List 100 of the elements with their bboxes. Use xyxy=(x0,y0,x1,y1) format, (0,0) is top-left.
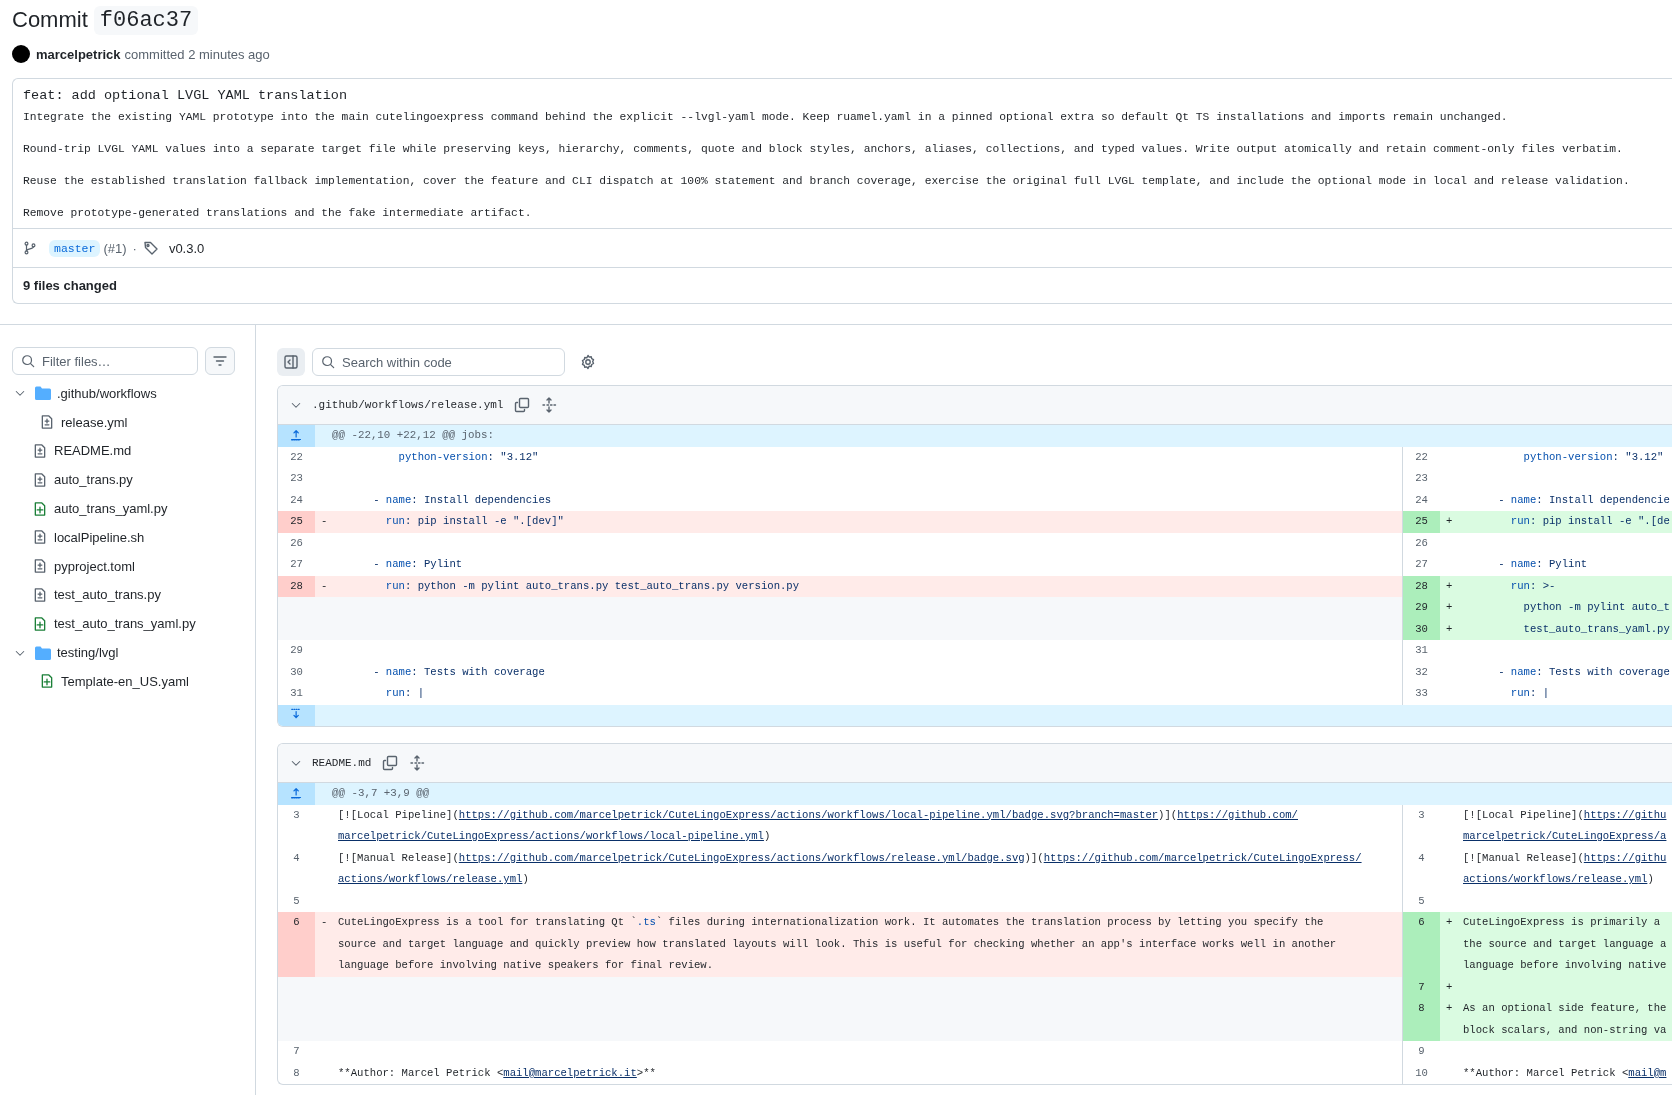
line-number: 27 xyxy=(289,557,304,572)
link[interactable]: marcelpetrick/CuteLingoExpress/a xyxy=(1463,830,1667,842)
line-number: 27 xyxy=(1414,557,1429,572)
diff-sign: - xyxy=(321,916,328,928)
search-field[interactable]: Search within code xyxy=(312,348,565,376)
code-line: - name: Pylint xyxy=(1497,557,1589,572)
code-line: As an optional side feature, the xyxy=(1463,1001,1668,1016)
line-number: 4 xyxy=(1417,850,1426,866)
file-name: .github/workflows/release.yml xyxy=(312,399,504,411)
line-number: 29 xyxy=(289,643,304,658)
author-link[interactable]: marcelpetrick xyxy=(36,46,121,62)
sidebar-toggle-button[interactable] xyxy=(277,348,305,376)
file-tree-item[interactable]: Template-en_US.yaml xyxy=(12,666,255,696)
code-line: language before involving native speakers for final review. xyxy=(338,958,715,973)
expand-icon[interactable] xyxy=(409,755,426,771)
expand-up-icon[interactable] xyxy=(289,786,304,801)
line-number: 23 xyxy=(1414,471,1429,486)
diff-sign: - xyxy=(321,515,328,527)
file-tree-item[interactable]: localPipeline.sh xyxy=(12,523,255,552)
filter-icon xyxy=(212,353,228,369)
line-number: 22 xyxy=(289,449,304,465)
line-number: 29 xyxy=(1403,597,1440,619)
file-tree-item[interactable]: testing/lvgl xyxy=(12,638,255,667)
code-line: python-version: "3.12" xyxy=(397,449,540,465)
diff-sign: + xyxy=(1446,601,1453,613)
file-tree-item[interactable]: auto_trans.py xyxy=(12,465,255,495)
file-tree-item[interactable]: test_auto_trans.py xyxy=(12,580,255,610)
link[interactable]: mail@marcelpetrick.it xyxy=(503,1066,637,1079)
link[interactable]: https://github.com/marcelpetrick/CuteLingoExpress/actions/workflows/release.yml/badge.svg xyxy=(458,851,1025,864)
line-number: 25 xyxy=(1403,511,1440,533)
link[interactable]: marcelpetrick/CuteLingoExpress/actions/workflows/local-pipeline.yml xyxy=(338,830,764,842)
link[interactable]: https://githu xyxy=(1583,808,1667,821)
file-tree-item[interactable]: .github/workflows xyxy=(12,379,255,408)
line-number: 4 xyxy=(292,850,301,866)
code-line: [![Manual Release](https://github.com/marcelpetrick/CuteLingoExpress/actions/workflows/release.yml/badge.svg)](https://github.com/marcelpetrick/CuteLingoExpress/ xyxy=(338,850,1363,866)
line-number: 23 xyxy=(289,471,304,486)
line-number: 7 xyxy=(1403,976,1440,998)
diff-sign: + xyxy=(1446,515,1453,527)
folder-icon xyxy=(35,386,51,401)
link[interactable]: https://githu xyxy=(1583,851,1667,864)
line-number: 32 xyxy=(1414,664,1429,680)
line-number: 5 xyxy=(1417,893,1426,909)
commit-hash: f06ac37 xyxy=(93,5,199,35)
code-line: - name: Tests with coverage xyxy=(1497,664,1671,680)
commit-title: feat: add optional LVGL YAML translation xyxy=(23,87,349,105)
commit-description: Remove prototype-generated translations and the fake intermediate artifact. xyxy=(23,206,533,220)
link[interactable]: https://github.com/ xyxy=(1177,808,1298,821)
file-tree-item[interactable]: pyproject.toml xyxy=(12,551,255,581)
link[interactable]: actions/workflows/release.yml xyxy=(1463,873,1648,885)
code-line: run: pip install -e ".[de xyxy=(1509,514,1671,529)
pull-request-link[interactable]: (#1) xyxy=(103,240,127,256)
line-number: 7 xyxy=(292,1044,301,1059)
link[interactable]: actions/workflows/release.yml xyxy=(338,873,523,885)
hunk-header: @@ -3,7 +3,9 @@ xyxy=(331,786,430,801)
file-tree-item[interactable]: release.yml xyxy=(12,407,255,437)
tag-link[interactable]: v0.3.0 xyxy=(168,240,205,256)
filter-field[interactable]: Filter files… xyxy=(12,347,198,375)
branch-icon xyxy=(23,241,37,255)
file-tree-item[interactable]: test_auto_trans_yaml.py xyxy=(12,609,255,639)
file-added-icon xyxy=(40,673,54,690)
commit-description: Round-trip LVGL YAML values into a separate target file while preserving keys, hierarchy, comments, quote and block styles, anchors, aliases, collections, and typed values. Write output atomically and retain comment-only files verbatim. xyxy=(23,142,1624,156)
diff-sign: + xyxy=(1446,980,1453,993)
settings-icon[interactable] xyxy=(580,354,596,370)
diff-sign: + xyxy=(1446,916,1453,928)
code-line: - name: Install dependencies xyxy=(372,492,553,508)
link[interactable]: https://github.com/marcelpetrick/CuteLingoExpress/ xyxy=(1043,851,1362,864)
diff-sign: - xyxy=(321,579,328,592)
code-line: language before involving native xyxy=(1463,958,1668,973)
file-diff-icon xyxy=(33,586,47,603)
file-diff-icon xyxy=(33,529,47,546)
line-number: 9 xyxy=(1417,1044,1426,1059)
line-number: 22 xyxy=(1414,449,1429,465)
code-line: python-version: "3.12" xyxy=(1522,449,1665,465)
filter-button[interactable] xyxy=(205,347,235,375)
line-number: 33 xyxy=(1414,686,1429,701)
copy-icon[interactable] xyxy=(382,755,399,771)
file-tree-item[interactable]: auto_trans_yaml.py xyxy=(12,494,255,523)
line-number: 28 xyxy=(278,575,315,597)
line-number: 26 xyxy=(289,535,304,551)
expand-icon[interactable] xyxy=(541,397,558,413)
search-icon xyxy=(321,355,335,369)
avatar xyxy=(12,45,30,63)
file-diff-icon xyxy=(40,414,54,431)
folder-icon xyxy=(35,645,51,660)
code-line: source and target language and quickly preview how translated layouts will look. This is useful for checking whether an app's interface works well in another xyxy=(338,936,1338,952)
branch-label[interactable]: master xyxy=(49,239,101,257)
line-number: 8 xyxy=(1403,998,1440,1041)
link[interactable]: https://github.com/marcelpetrick/CuteLingoExpress/actions/workflows/local-pipeline.yml/badge.svg?branch=master xyxy=(458,808,1159,821)
code-line: **Author: Marcel Petrick <mail@marcelpetrick.it>** xyxy=(338,1065,657,1081)
file-tree-item[interactable]: README.md xyxy=(12,436,255,466)
code-line: [![Local Pipeline](https://github.com/marcelpetrick/CuteLingoExpress/actions/workflows/local-pipeline.yml/badge.svg?branch=master)](https://github.com/ xyxy=(338,807,1299,823)
code-line: run: python -m pylint auto_trans.py test_auto_trans.py version.py xyxy=(384,578,801,594)
code-line: actions/workflows/release.yml) xyxy=(1463,872,1655,887)
code-line: actions/workflows/release.yml) xyxy=(338,872,530,887)
line-number: 3 xyxy=(1417,807,1426,823)
line-number: 25 xyxy=(278,511,315,533)
line-number: 30 xyxy=(1403,618,1440,640)
expand-up-icon[interactable] xyxy=(289,428,304,443)
link[interactable]: mail@m xyxy=(1628,1066,1667,1079)
copy-icon[interactable] xyxy=(514,397,531,413)
